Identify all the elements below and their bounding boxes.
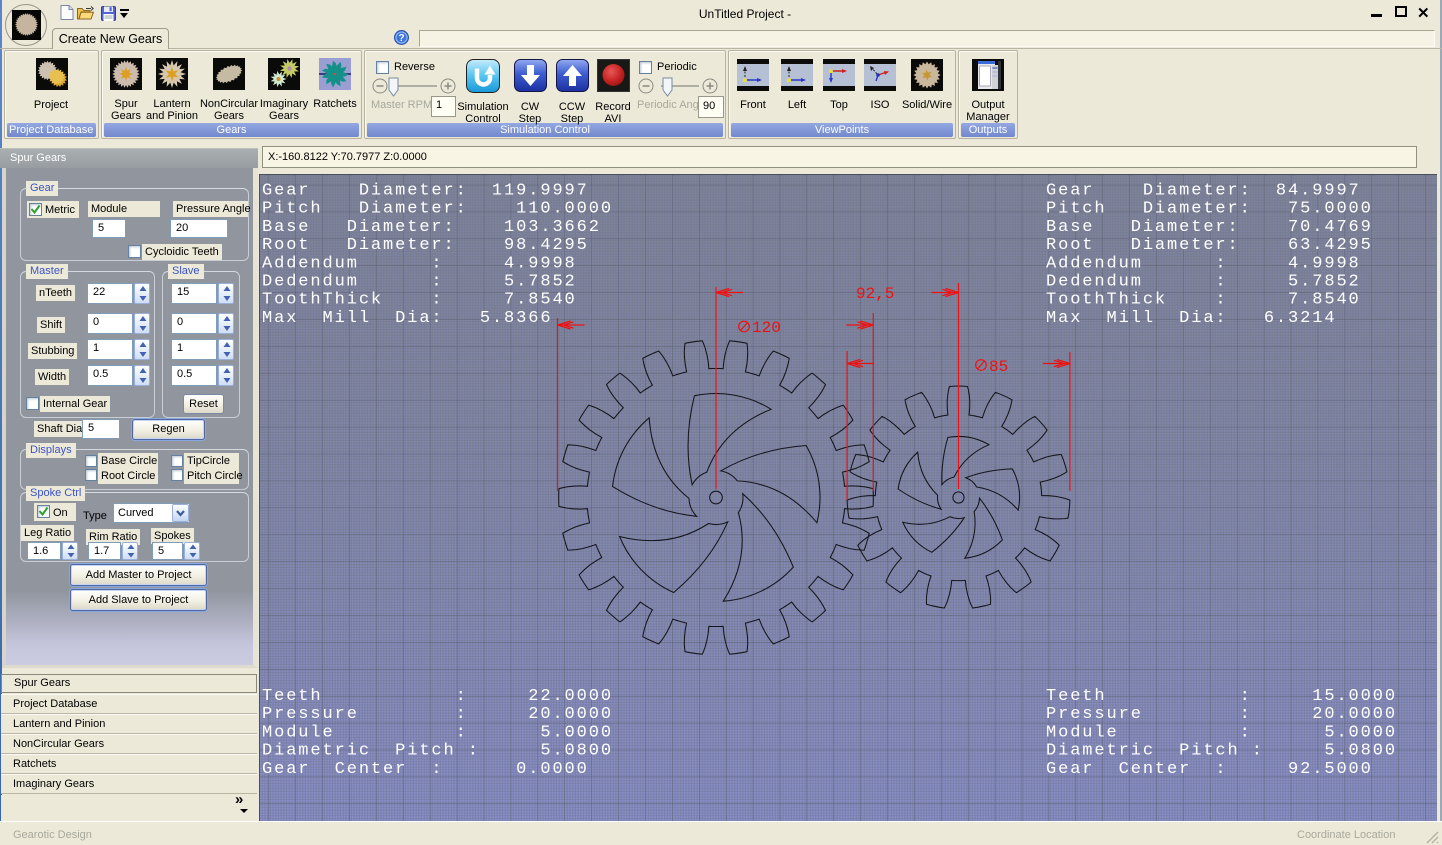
svg-text:Pitch Diameter: 75.0000: Pitch Diameter: 75.0000 bbox=[1046, 200, 1373, 219]
svg-text:Gear Center : 92.5000: Gear Center : 92.5000 bbox=[1046, 760, 1373, 779]
svg-text:120: 120 bbox=[752, 319, 781, 337]
svg-text:Module : 5.0000: Module : 5.0000 bbox=[262, 723, 613, 742]
svg-text:Dedendum : 5.7852: Dedendum : 5.7852 bbox=[262, 273, 577, 292]
svg-text:Dedendum : 5.7852: Dedendum : 5.7852 bbox=[1046, 273, 1361, 292]
svg-text:Pressure : 20.0000: Pressure : 20.0000 bbox=[262, 705, 613, 724]
svg-text:Root Diameter: 63.4295: Root Diameter: 63.4295 bbox=[1046, 236, 1373, 255]
svg-text:Diametric Pitch : 5.0800: Diametric Pitch : 5.0800 bbox=[262, 742, 613, 761]
svg-text:ToothThick : 7.8540: ToothThick : 7.8540 bbox=[1046, 291, 1361, 310]
svg-text:Diametric Pitch : 5.0800: Diametric Pitch : 5.0800 bbox=[1046, 742, 1397, 761]
svg-text:Root Diameter: 98.4295: Root Diameter: 98.4295 bbox=[262, 236, 589, 255]
svg-text:Gear Center : 0.0000: Gear Center : 0.0000 bbox=[262, 760, 589, 779]
svg-text:Teeth : 15.0000: Teeth : 15.0000 bbox=[1046, 687, 1397, 706]
svg-text:85: 85 bbox=[989, 358, 1008, 376]
svg-text:Base Diameter: 103.3662: Base Diameter: 103.3662 bbox=[262, 218, 601, 237]
svg-text:Gear Diameter: 119.9997: Gear Diameter: 119.9997 bbox=[262, 182, 589, 201]
svg-text:Addendum : 4.9998: Addendum : 4.9998 bbox=[1046, 254, 1361, 273]
svg-text:Gear Diameter: 84.9997: Gear Diameter: 84.9997 bbox=[1046, 182, 1361, 201]
svg-text:92,5: 92,5 bbox=[856, 285, 894, 303]
svg-text:ToothThick : 7.8540: ToothThick : 7.8540 bbox=[262, 291, 577, 310]
svg-text:Module : 5.0000: Module : 5.0000 bbox=[1046, 723, 1397, 742]
svg-text:Max Mill Dia: 6.3214: Max Mill Dia: 6.3214 bbox=[1046, 309, 1336, 328]
svg-text:Addendum : 4.9998: Addendum : 4.9998 bbox=[262, 254, 577, 273]
svg-text:Base Diameter: 70.4769: Base Diameter: 70.4769 bbox=[1046, 218, 1373, 237]
svg-text:?: ? bbox=[398, 33, 404, 44]
svg-text:Pressure : 20.0000: Pressure : 20.0000 bbox=[1046, 705, 1397, 724]
svg-text:Pitch Diameter: 110.0000: Pitch Diameter: 110.0000 bbox=[262, 200, 613, 219]
svg-text:Teeth : 22.0000: Teeth : 22.0000 bbox=[262, 687, 613, 706]
svg-text:Max Mill Dia: 5.8366: Max Mill Dia: 5.8366 bbox=[262, 309, 552, 328]
